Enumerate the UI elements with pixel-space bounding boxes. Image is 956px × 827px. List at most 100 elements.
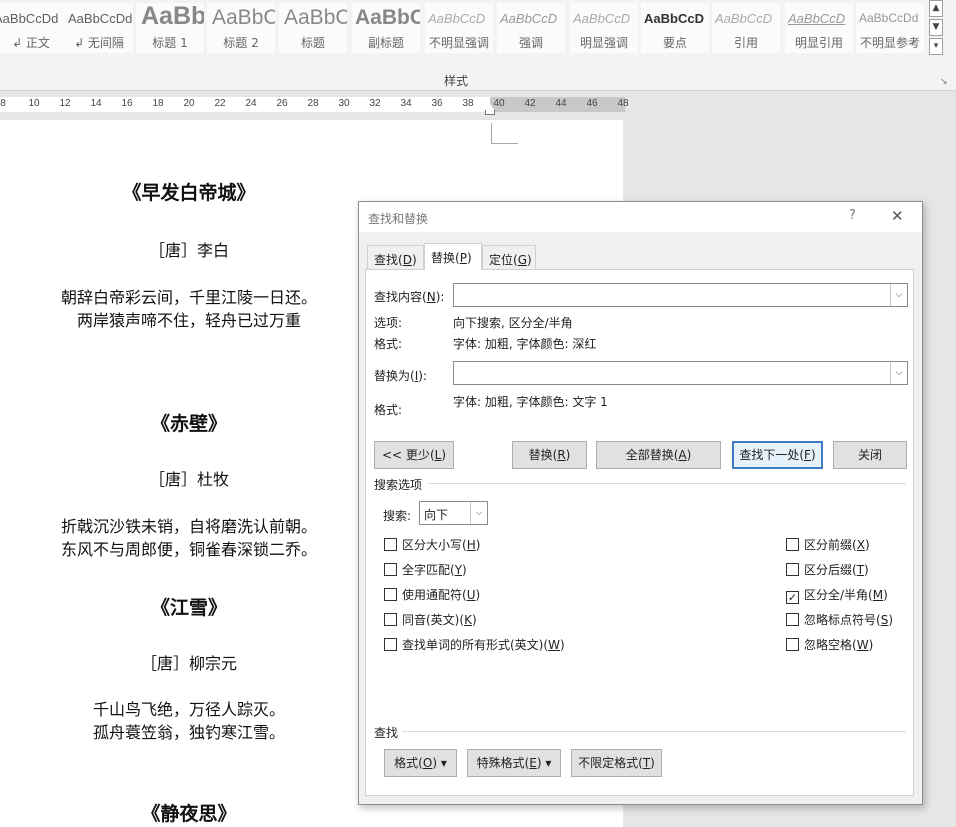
styles-gallery: AaBbCcDd ↲ 正文 AaBbCcDd ↲ 无间隔 AaBb 标题 1 AaBbC 标题… [0, 3, 925, 53]
option-checkbox[interactable]: 忽略标点符号(S) [786, 611, 893, 628]
find-section-title: 查找 [374, 726, 399, 740]
style-preview: AaBb [141, 3, 204, 30]
style-preview: AaBbCcD [644, 11, 704, 26]
style-tile[interactable]: AaBbCcDd ↲ 无间隔 [65, 3, 133, 53]
checkbox-icon[interactable] [786, 563, 799, 576]
find-what-combobox[interactable]: ⌵ [453, 283, 908, 307]
ruler-number: 36 [431, 98, 443, 109]
replace-with-label: 替换为(I): [374, 369, 427, 383]
style-name: ↲ 无间隔 [74, 36, 124, 50]
style-tile[interactable]: AaBb 标题 1 [136, 3, 204, 53]
option-checkbox[interactable]: 查找单词的所有形式(英文)(W) [384, 636, 565, 653]
style-tile[interactable]: AaBbCcDd 不明显参考 [856, 3, 924, 53]
style-preview: AaBbCcD [715, 11, 773, 26]
style-tile[interactable]: AaBbCcD 不明显强调 [425, 3, 493, 53]
checkbox-icon[interactable] [384, 588, 397, 601]
search-direction-label: 搜索: [383, 509, 412, 523]
style-tile[interactable]: AaBbCcD 明显引用 [785, 3, 853, 53]
ruler-number: 48 [617, 98, 629, 109]
format-dropdown-button[interactable]: 格式(O) ▾ [384, 749, 457, 777]
styles-dialog-launcher-icon[interactable]: ↘ [940, 77, 948, 87]
option-checkbox[interactable]: 使用通配符(U) [384, 586, 480, 603]
checkbox-icon[interactable] [384, 538, 397, 551]
less-button[interactable]: << 更少(L) [374, 441, 454, 469]
chevron-down-icon[interactable]: ⌵ [890, 362, 907, 384]
option-checkbox[interactable]: 全字匹配(Y) [384, 561, 467, 578]
style-tile[interactable]: AaBbCcD 引用 [712, 3, 780, 53]
ruler-number: 20 [183, 98, 195, 109]
replace-with-combobox[interactable]: ⌵ [453, 361, 908, 385]
checkbox-icon[interactable] [384, 613, 397, 626]
find-what-label: 查找内容(N): [374, 290, 445, 304]
style-name: 不明显参考 [859, 36, 920, 50]
option-checkbox[interactable]: 区分后缀(T) [786, 561, 869, 578]
style-tile[interactable]: AaBbCcDd ↲ 正文 [0, 3, 65, 53]
style-preview: AaBbCcD [573, 11, 631, 26]
poem-verse: 孤舟蓑笠翁，独钓寒江雪。 [92, 723, 285, 742]
style-name: 标题 2 [223, 36, 259, 50]
option-checkbox[interactable]: 同音(英文)(K) [384, 611, 477, 628]
style-tile[interactable]: AaBbC 副标题 [352, 3, 420, 53]
no-formatting-button[interactable]: 不限定格式(T) [571, 749, 662, 777]
options-label: 选项: [374, 316, 403, 330]
gallery-scroll-down-button[interactable]: ▼ [929, 19, 943, 36]
find-next-button[interactable]: 查找下一处(F) [732, 441, 823, 469]
poem-verse: 折戟沉沙铁未销，自将磨洗认前朝。 [60, 517, 317, 536]
search-options-title: 搜索选项 [374, 478, 423, 492]
find-replace-dialog: 查找和替换 ? ✕ 查找(D) 替换(P) 定位(G) 查找内容(N): ⌵ 选项:… [358, 201, 923, 805]
search-direction-select[interactable]: 向下 ⌵ [419, 501, 488, 525]
gallery-more-button[interactable]: ▾ [929, 38, 943, 55]
find-section-divider [402, 731, 906, 732]
help-icon[interactable]: ? [849, 208, 856, 223]
replace-button[interactable]: 替换(R) [512, 441, 587, 469]
option-checkbox[interactable]: 忽略空格(W) [786, 636, 873, 653]
horizontal-ruler[interactable]: 8 10 12 14 16 18 20 22 24 26 28 30 32 34 36 38 40 42 44 46 4… [0, 97, 629, 112]
checkbox-icon[interactable] [384, 563, 397, 576]
style-tile[interactable]: AaBbC 标题 [279, 3, 347, 53]
dialog-titlebar[interactable]: 查找和替换 ? ✕ [359, 202, 922, 232]
style-tile[interactable]: AaBbC 标题 2 [207, 3, 275, 53]
option-checkbox[interactable]: ✓ 区分全/半角(M) [786, 586, 888, 604]
checkbox-icon[interactable] [384, 638, 397, 651]
checkbox-icon[interactable] [786, 538, 799, 551]
poem-verse: 两岸猿声啼不住，轻舟已过万重 [76, 311, 301, 330]
options-value: 向下搜索, 区分全/半角 [453, 316, 573, 330]
tab-find[interactable]: 查找(D) [367, 245, 424, 269]
checkbox-checked-icon[interactable]: ✓ [786, 591, 799, 604]
gallery-scroll-up-button[interactable]: ▲ [929, 0, 943, 17]
poem-verse: 朝辞白帝彩云间，千里江陵一日还。 [60, 288, 317, 307]
checkbox-icon[interactable] [786, 613, 799, 626]
option-checkbox[interactable]: 区分前缀(X) [786, 536, 870, 553]
poem-verse: 千山鸟飞绝，万径人踪灭。 [92, 700, 285, 719]
style-name: 要点 [662, 36, 687, 50]
find-format-value: 字体: 加粗, 字体颜色: 深红 [453, 337, 597, 351]
ruler-number: 16 [121, 98, 133, 109]
style-preview: AaBbC [355, 6, 420, 29]
find-format-label: 格式: [374, 337, 403, 351]
special-format-dropdown-button[interactable]: 特殊格式(E) ▾ [467, 749, 561, 777]
close-icon[interactable]: ✕ [891, 207, 904, 225]
poem-author: ［唐］杜牧 [148, 470, 229, 489]
style-preview: AaBbCcD [788, 11, 846, 26]
replace-all-button[interactable]: 全部替换(A) [596, 441, 721, 469]
close-button[interactable]: 关闭 [833, 441, 907, 469]
chevron-down-icon[interactable]: ⌵ [890, 284, 907, 306]
style-name: 强调 [518, 36, 543, 50]
tab-replace[interactable]: 替换(P) [424, 243, 482, 270]
style-name: ↲ 正文 [12, 36, 50, 50]
chevron-down-icon[interactable]: ⌵ [470, 502, 487, 524]
search-direction-value: 向下 [424, 508, 449, 522]
option-checkbox[interactable]: 区分大小写(H) [384, 536, 480, 553]
tab-goto[interactable]: 定位(G) [482, 245, 536, 269]
style-tile[interactable]: AaBbCcD 强调 [497, 3, 565, 53]
replace-format-value: 字体: 加粗, 字体颜色: 文字 1 [453, 395, 608, 409]
replace-tab-panel: 查找内容(N): ⌵ 选项: 向下搜索, 区分全/半角 格式: 字体: 加粗, … [365, 269, 914, 796]
ruler-number: 38 [462, 98, 474, 109]
right-indent-marker-base[interactable] [485, 110, 495, 115]
checkbox-icon[interactable] [786, 638, 799, 651]
style-tile[interactable]: AaBbCcD 明显强调 [570, 3, 638, 53]
style-tile[interactable]: AaBbCcD 要点 [641, 3, 709, 53]
ruler-number: 26 [276, 98, 288, 109]
styles-group-label: 样式 [443, 74, 468, 88]
poem-title: 《静夜思》 [141, 803, 237, 825]
